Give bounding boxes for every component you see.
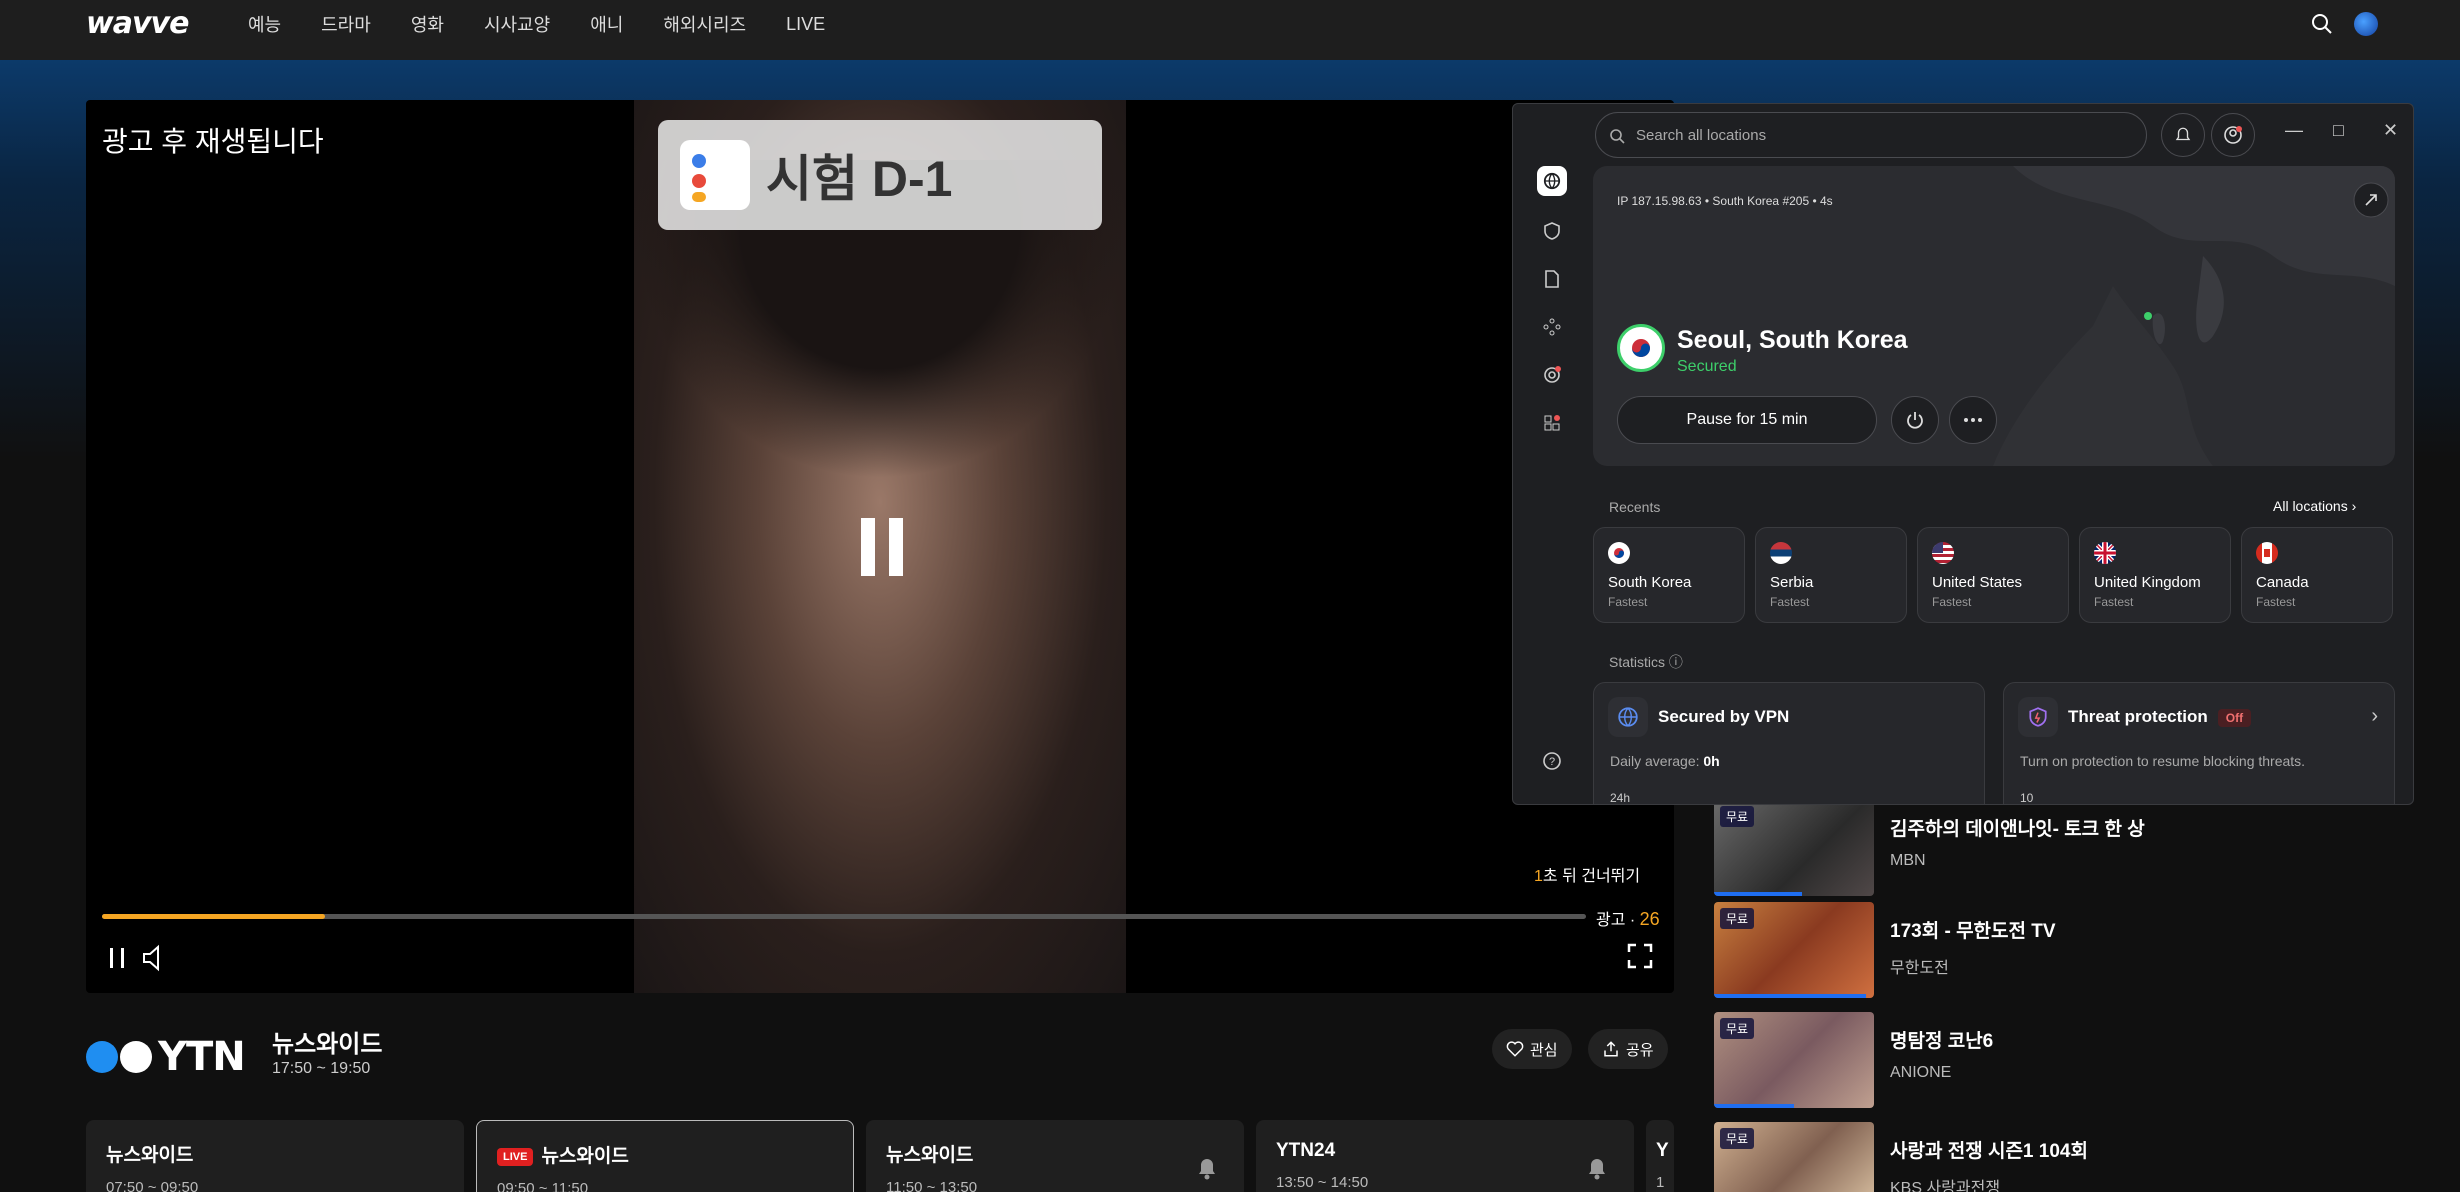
south-korea-flag-icon: [1617, 324, 1665, 372]
bell-icon[interactable]: [1196, 1156, 1218, 1180]
connection-map: IP 187.15.98.63 • South Korea #205 • 4s …: [1593, 166, 2395, 466]
bell-icon: [2175, 127, 2191, 141]
list-app-icon: [680, 140, 750, 210]
pause-vpn-button[interactable]: Pause for 15 min: [1617, 396, 1877, 444]
nav-link-movie[interactable]: 영화: [411, 11, 444, 37]
nav-link-live[interactable]: LIVE: [786, 14, 825, 35]
wavve-logo[interactable]: wavve: [86, 6, 189, 41]
location-search-input[interactable]: Search all locations: [1595, 112, 2147, 158]
ad-timer: 광고 · 26: [1596, 909, 1660, 929]
top-nav: wavve 예능 드라마 영화 시사교양 애니 해외시리즈 LIVE: [0, 0, 2460, 60]
program-time: 17:50 ~ 19:50: [272, 1060, 371, 1077]
schedule-card[interactable]: 뉴스와이드 07:50 ~ 09:50: [86, 1120, 464, 1192]
apps-icon[interactable]: [1537, 408, 1567, 438]
globe-icon: [1608, 697, 1648, 737]
pause-icon[interactable]: [106, 944, 130, 972]
shield-icon[interactable]: [1537, 216, 1567, 246]
watch-progress: [1714, 1104, 1794, 1108]
watch-progress: [1714, 994, 1866, 998]
video-overlay-badge: 시험 D-1: [658, 120, 1102, 230]
secured-by-vpn-card[interactable]: Secured by VPN Daily average: 0h 24h: [1593, 682, 1985, 804]
threat-protection-card[interactable]: Threat protection Off Turn on protection …: [2003, 682, 2395, 804]
schedule-card-partial[interactable]: Y 1: [1646, 1120, 1674, 1192]
fullscreen-icon[interactable]: [1626, 942, 1654, 970]
mesh-icon[interactable]: [1537, 312, 1567, 342]
schedule-card[interactable]: 뉴스와이드 11:50 ~ 13:50: [866, 1120, 1244, 1192]
list-item[interactable]: 무료 김주하의 데이앤나잇- 토크 한 상 MBN: [1714, 800, 2314, 896]
skip-countdown[interactable]: 1초 뒤 건너뛰기: [1534, 862, 1640, 886]
canada-flag-icon: [2256, 542, 2278, 564]
video-player[interactable]: 시험 D-1 광고 후 재생됩니다 1초 뒤 건너뛰기 광고 · 26: [86, 100, 1674, 993]
heart-icon: [1506, 1041, 1524, 1057]
recents-heading: Recents: [1609, 499, 1661, 515]
nav-link-variety[interactable]: 예능: [248, 11, 281, 37]
status-badge: Off: [2217, 709, 2252, 727]
schedule-card-live[interactable]: LIVE 뉴스와이드 09:50 ~ 11:50: [476, 1120, 854, 1192]
svg-text:?: ?: [1549, 756, 1555, 768]
recent-location-card[interactable]: Canada Fastest: [2241, 527, 2393, 623]
thumbnail: 무료: [1714, 902, 1874, 998]
volume-icon[interactable]: [140, 944, 168, 972]
list-item[interactable]: 무료 173회 - 무한도전 TV 무한도전: [1714, 902, 2314, 998]
nav-link-anime[interactable]: 애니: [590, 11, 623, 37]
connection-status: Secured: [1677, 358, 1737, 375]
program-title: 뉴스와이드: [272, 1031, 383, 1058]
expand-icon[interactable]: [2353, 182, 2389, 218]
more-icon: [1964, 418, 1982, 422]
us-flag-icon: [1932, 542, 1954, 564]
globe-icon[interactable]: [1537, 166, 1567, 196]
minimize-icon[interactable]: —: [2285, 120, 2303, 141]
maximize-icon[interactable]: □: [2333, 120, 2344, 141]
vpn-window: ? Search all locations — □ ✕ IP 187.15.9…: [1512, 103, 2414, 805]
account-button[interactable]: [2211, 113, 2255, 157]
connected-city: Seoul, South Korea: [1677, 326, 1908, 354]
more-options-button[interactable]: [1949, 396, 1997, 444]
recent-location-card[interactable]: Serbia Fastest: [1755, 527, 1907, 623]
nav-link-drama[interactable]: 드라마: [321, 11, 371, 37]
thumbnail: 무료: [1714, 1122, 1874, 1192]
south-korea-flag-icon: [1608, 542, 1630, 564]
live-badge: LIVE: [497, 1147, 534, 1166]
account-icon: [2224, 126, 2242, 144]
share-icon: [1604, 1041, 1618, 1057]
serbia-flag-icon: [1770, 542, 1792, 564]
target-icon[interactable]: [1537, 360, 1567, 390]
file-icon[interactable]: [1537, 264, 1567, 294]
schedule-card[interactable]: YTN24 13:50 ~ 14:50: [1256, 1120, 1634, 1192]
list-item[interactable]: 무료 사랑과 전쟁 시즌1 104회 KBS 사랑과전쟁: [1714, 1122, 2314, 1192]
list-item[interactable]: 무료 명탐정 코난6 ANIONE: [1714, 1012, 2314, 1108]
avatar[interactable]: [2354, 12, 2378, 36]
help-icon[interactable]: ?: [1537, 746, 1567, 776]
search-icon: [1610, 129, 1625, 144]
power-icon: [1907, 412, 1923, 429]
recent-location-card[interactable]: South Korea Fastest: [1593, 527, 1745, 623]
ad-progress-bar[interactable]: [102, 914, 1586, 919]
disconnect-button[interactable]: [1891, 396, 1939, 444]
close-icon[interactable]: ✕: [2383, 120, 2398, 141]
badge-text: 시험 D-1: [766, 151, 953, 207]
ad-title: 광고 후 재생됩니다: [102, 126, 324, 157]
bell-icon[interactable]: [1586, 1156, 1608, 1180]
statistics-heading: Statistics ⓘ: [1609, 654, 1683, 670]
vpn-sidebar: ?: [1513, 104, 1591, 804]
pause-overlay-icon[interactable]: [861, 518, 917, 581]
thumbnail: 무료: [1714, 1012, 1874, 1108]
recent-location-card[interactable]: United Kingdom Fastest: [2079, 527, 2231, 623]
ytn-logo: YTN: [86, 1034, 246, 1080]
nav-link-foreign-series[interactable]: 해외시리즈: [663, 11, 746, 37]
ip-info: IP 187.15.98.63 • South Korea #205 • 4s: [1617, 194, 1833, 208]
chevron-right-icon[interactable]: ›: [2371, 705, 2378, 728]
like-button[interactable]: 관심: [1492, 1029, 1572, 1069]
search-icon[interactable]: [2310, 12, 2334, 36]
recent-location-card[interactable]: United States Fastest: [1917, 527, 2069, 623]
thumbnail: 무료: [1714, 800, 1874, 896]
uk-flag-icon: [2094, 542, 2116, 564]
watch-progress: [1714, 892, 1802, 896]
shield-icon: [2018, 697, 2058, 737]
nav-links: 예능 드라마 영화 시사교양 애니 해외시리즈 LIVE: [248, 0, 825, 48]
notifications-button[interactable]: [2161, 113, 2205, 157]
nav-link-current-affairs[interactable]: 시사교양: [484, 11, 550, 37]
all-locations-link[interactable]: All locations ›: [2273, 498, 2356, 514]
share-button[interactable]: 공유: [1588, 1029, 1668, 1069]
